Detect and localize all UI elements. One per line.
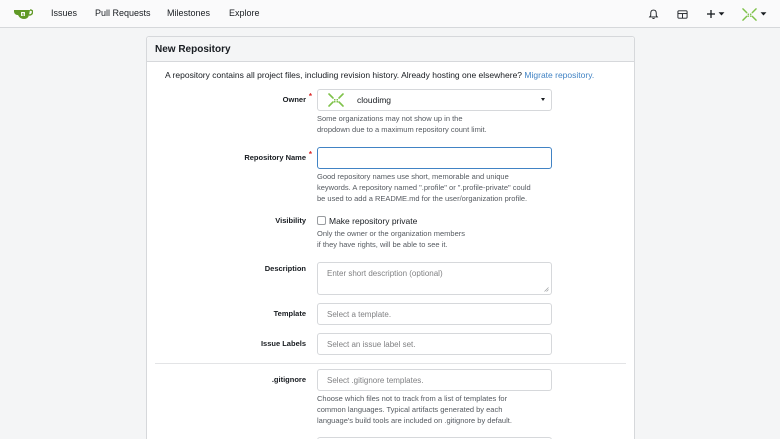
navbar: G Issues Pull Requests Milestones Explor…: [0, 0, 780, 28]
resize-handle-icon[interactable]: [544, 287, 549, 292]
svg-text:G: G: [22, 12, 25, 16]
gitignore-dropdown[interactable]: Select .gitignore templates.: [317, 369, 552, 391]
visibility-help-line: if they have rights, will be able to see…: [317, 240, 448, 249]
dashboard-button[interactable]: [677, 6, 688, 22]
repository-name-input[interactable]: [317, 147, 552, 169]
chevron-down-icon: [541, 98, 545, 101]
make-private-label[interactable]: Make repository private: [329, 216, 417, 226]
gitignore-help-line: common languages. Typical artifacts gene…: [317, 405, 503, 414]
template-placeholder: Select a template.: [327, 309, 392, 319]
issue-labels-dropdown[interactable]: Select an issue label set.: [317, 333, 552, 355]
gitignore-placeholder: Select .gitignore templates.: [327, 375, 424, 385]
notifications-button[interactable]: [648, 6, 659, 22]
visibility-label: Visibility: [275, 216, 306, 225]
description-textarea[interactable]: Enter short description (optional): [317, 262, 552, 295]
make-private-checkbox[interactable]: [317, 216, 326, 225]
plus-icon: [707, 10, 715, 18]
description-placeholder: Enter short description (optional): [327, 269, 443, 278]
repository-name-help-line: keywords. A repository named ".profile" …: [317, 183, 531, 192]
repository-name-label: Repository Name *: [244, 150, 312, 162]
owner-dropdown[interactable]: cloudimg: [317, 89, 552, 111]
required-marker: *: [308, 150, 312, 159]
description-label: Description: [264, 264, 306, 273]
owner-help-line: Some organizations may not show up in th…: [317, 114, 463, 123]
gitignore-help-line: language's build tools are included on .…: [317, 416, 512, 425]
owner-avatar-icon: [328, 93, 344, 107]
template-label: Template: [273, 309, 306, 318]
owner-value: cloudimg: [357, 95, 392, 105]
owner-label-text: Owner: [282, 95, 306, 104]
avatar-icon: [742, 7, 757, 21]
repository-name-help: Good repository names use short, memorab…: [317, 171, 531, 204]
nav-milestones[interactable]: Milestones: [167, 8, 210, 18]
owner-label: Owner *: [282, 92, 312, 104]
repository-name-help-line: be used to add a README.md for the user/…: [317, 194, 528, 203]
repository-name-help-line: Good repository names use short, memorab…: [317, 172, 509, 181]
owner-help-line: dropdown due to a maximum repository cou…: [317, 125, 487, 134]
repository-name-label-text: Repository Name: [244, 153, 306, 162]
chevron-down-icon: [718, 12, 725, 16]
visibility-help: Only the owner or the organization membe…: [317, 228, 465, 250]
intro-text: A repository contains all project files,…: [165, 70, 594, 80]
owner-help: Some organizations may not show up in th…: [317, 113, 487, 135]
new-repository-form: New Repository A repository contains all…: [146, 36, 635, 439]
gitea-logo-icon[interactable]: G: [13, 6, 33, 22]
nav-issues[interactable]: Issues: [51, 8, 77, 18]
board-icon: [677, 9, 688, 19]
issue-labels-placeholder: Select an issue label set.: [327, 339, 416, 349]
section-divider: [155, 363, 626, 364]
nav-explore[interactable]: Explore: [229, 8, 260, 18]
create-menu-button[interactable]: [706, 6, 725, 22]
user-menu-button[interactable]: [741, 6, 767, 22]
gitignore-label: .gitignore: [271, 375, 306, 384]
chevron-down-icon: [760, 12, 767, 16]
migrate-repository-link[interactable]: Migrate repository.: [524, 70, 594, 80]
gitignore-help-line: Choose which files not to track from a l…: [317, 394, 508, 403]
intro-text-body: A repository contains all project files,…: [165, 70, 523, 80]
required-marker: *: [308, 92, 312, 101]
bell-icon: [648, 9, 659, 19]
gitignore-help: Choose which files not to track from a l…: [317, 393, 512, 426]
form-title: New Repository: [147, 37, 634, 62]
visibility-help-line: Only the owner or the organization membe…: [317, 229, 465, 238]
nav-pull-requests[interactable]: Pull Requests: [95, 8, 151, 18]
template-dropdown[interactable]: Select a template.: [317, 303, 552, 325]
issue-labels-label: Issue Labels: [260, 339, 306, 348]
